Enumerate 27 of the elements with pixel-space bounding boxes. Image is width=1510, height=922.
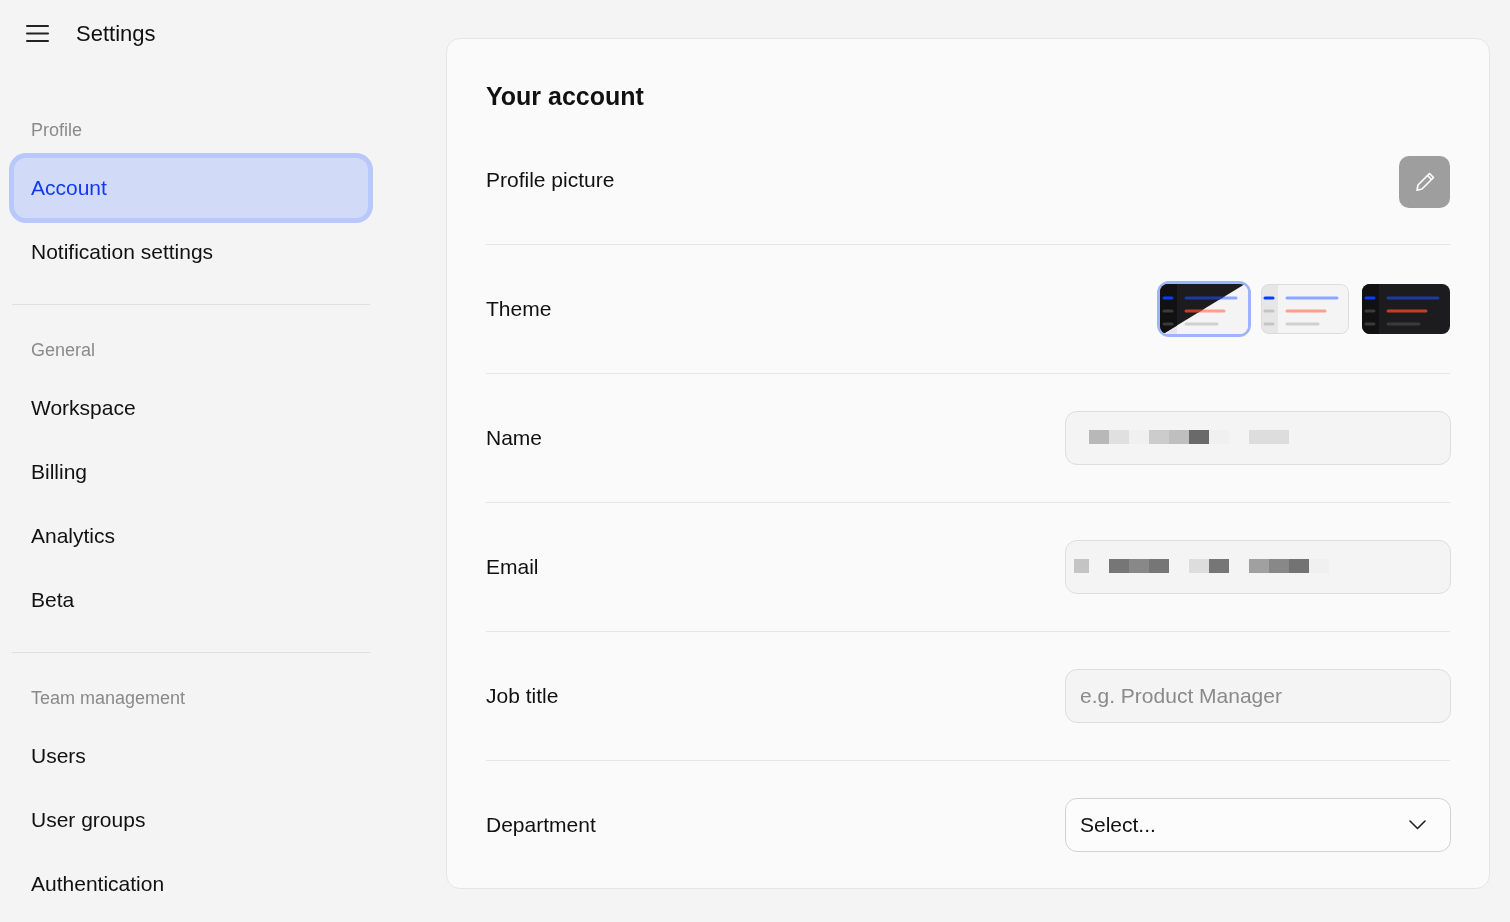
section-title: Your account bbox=[486, 81, 645, 112]
sidebar-item[interactable]: Notification settings bbox=[12, 220, 370, 284]
text-field[interactable] bbox=[1065, 411, 1451, 465]
sidebar-item[interactable]: Users bbox=[12, 724, 370, 788]
section-heading: Team management bbox=[30, 687, 187, 710]
page-title: Settings bbox=[76, 19, 156, 48]
field-label: Job title bbox=[486, 683, 559, 710]
sidebar-item[interactable]: Beta bbox=[12, 568, 370, 632]
section-heading: Profile bbox=[30, 119, 84, 142]
sidebar-item[interactable]: Account bbox=[12, 156, 370, 220]
dropdown[interactable]: Select... bbox=[1065, 798, 1451, 852]
edit-button[interactable] bbox=[1399, 155, 1450, 208]
field-label: Name bbox=[486, 425, 543, 452]
section-heading: General bbox=[30, 339, 97, 362]
chevron-down-icon[interactable] bbox=[1409, 820, 1426, 830]
sidebar-item[interactable]: Authentication bbox=[12, 852, 370, 916]
field-label: Email bbox=[486, 554, 539, 581]
field-label: Profile picture bbox=[486, 167, 615, 194]
sidebar-item[interactable]: Billing bbox=[12, 440, 370, 504]
field-label: Theme bbox=[486, 296, 552, 323]
text-field[interactable] bbox=[1065, 540, 1451, 594]
sidebar-item[interactable]: Workspace bbox=[12, 376, 370, 440]
sidebar-item[interactable]: User groups bbox=[12, 788, 370, 852]
sidebar-item[interactable]: Analytics bbox=[12, 504, 370, 568]
text-field[interactable]: e.g. Product Manager bbox=[1065, 669, 1451, 723]
menu-icon[interactable] bbox=[26, 24, 49, 42]
field-label: Department bbox=[486, 812, 596, 839]
